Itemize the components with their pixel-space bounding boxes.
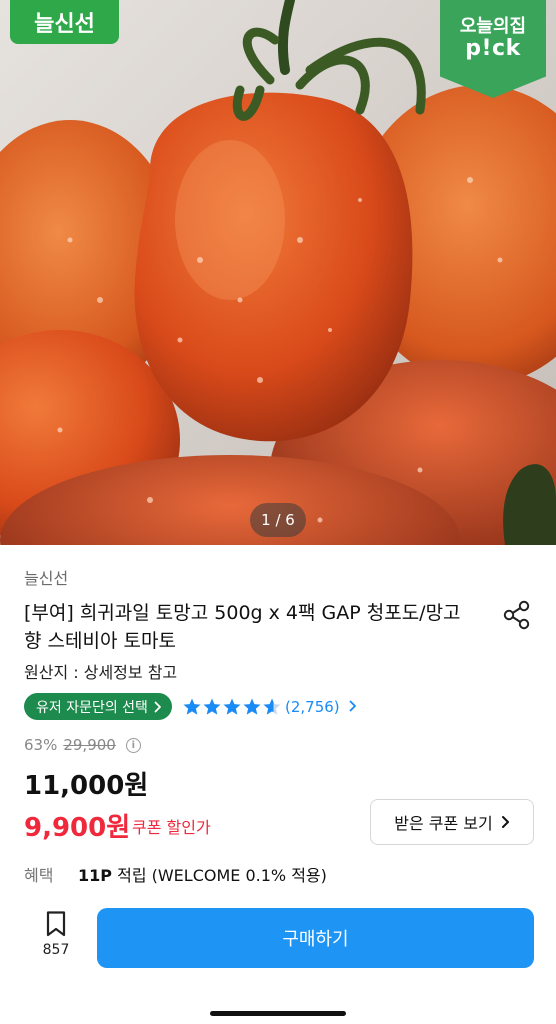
wishlist-count: 857 bbox=[42, 942, 70, 958]
coupon-price: 9,900원 bbox=[24, 813, 131, 843]
review-count-link[interactable]: (2,756) bbox=[285, 696, 358, 718]
brand-badge: 늘신선 bbox=[10, 0, 119, 44]
pick-badge: 오늘의집 p!ck bbox=[440, 0, 546, 98]
pick-badge-line2: p!ck bbox=[465, 36, 521, 61]
star-icons bbox=[183, 698, 281, 715]
expert-choice-label: 유저 자문단의 선택 bbox=[36, 699, 148, 716]
buy-button[interactable]: 구매하기 bbox=[97, 908, 534, 968]
product-image-carousel[interactable]: 늘신선 오늘의집 p!ck 1 / 6 bbox=[0, 0, 556, 545]
pick-badge-line1: 오늘의집 bbox=[459, 16, 527, 37]
discount-rate: 63% bbox=[24, 736, 58, 754]
view-coupons-label: 받은 쿠폰 보기 bbox=[394, 814, 493, 833]
benefit-text: 11P 적립 (WELCOME 0.1% 적용) bbox=[78, 862, 327, 886]
image-page-indicator: 1 / 6 bbox=[250, 503, 306, 537]
expert-choice-badge[interactable]: 유저 자문단의 선택 bbox=[24, 693, 172, 720]
benefit-points: 11P bbox=[78, 866, 112, 885]
chevron-right-icon bbox=[350, 700, 357, 712]
wishlist-button[interactable]: 857 bbox=[30, 910, 82, 970]
rating-stars bbox=[182, 696, 282, 718]
benefit-label: 혜택 bbox=[24, 866, 54, 885]
origin-info: 원산지 : 상세정보 참고 bbox=[24, 663, 178, 682]
bookmark-icon bbox=[46, 911, 66, 937]
review-count: (2,756) bbox=[285, 698, 340, 716]
home-indicator bbox=[210, 1011, 346, 1016]
chevron-right-icon bbox=[501, 816, 509, 828]
original-price: 29,900 bbox=[63, 736, 116, 754]
view-coupons-button[interactable]: 받은 쿠폰 보기 bbox=[370, 799, 534, 845]
share-icon[interactable] bbox=[500, 598, 534, 632]
seller-name[interactable]: 늘신선 bbox=[24, 565, 68, 589]
product-title: [부여] 희귀과일 토망고 500g x 4팩 GAP 청포도/망고향 스테비아… bbox=[24, 602, 461, 652]
info-icon[interactable]: i bbox=[125, 737, 141, 753]
benefit-desc: 적립 (WELCOME 0.1% 적용) bbox=[117, 866, 327, 885]
sale-price: 11,000원 bbox=[24, 771, 149, 801]
coupon-price-label: 쿠폰 할인가 bbox=[132, 818, 211, 837]
chevron-right-icon bbox=[154, 701, 161, 712]
discount-row: 63% 29,900 i bbox=[24, 736, 141, 754]
